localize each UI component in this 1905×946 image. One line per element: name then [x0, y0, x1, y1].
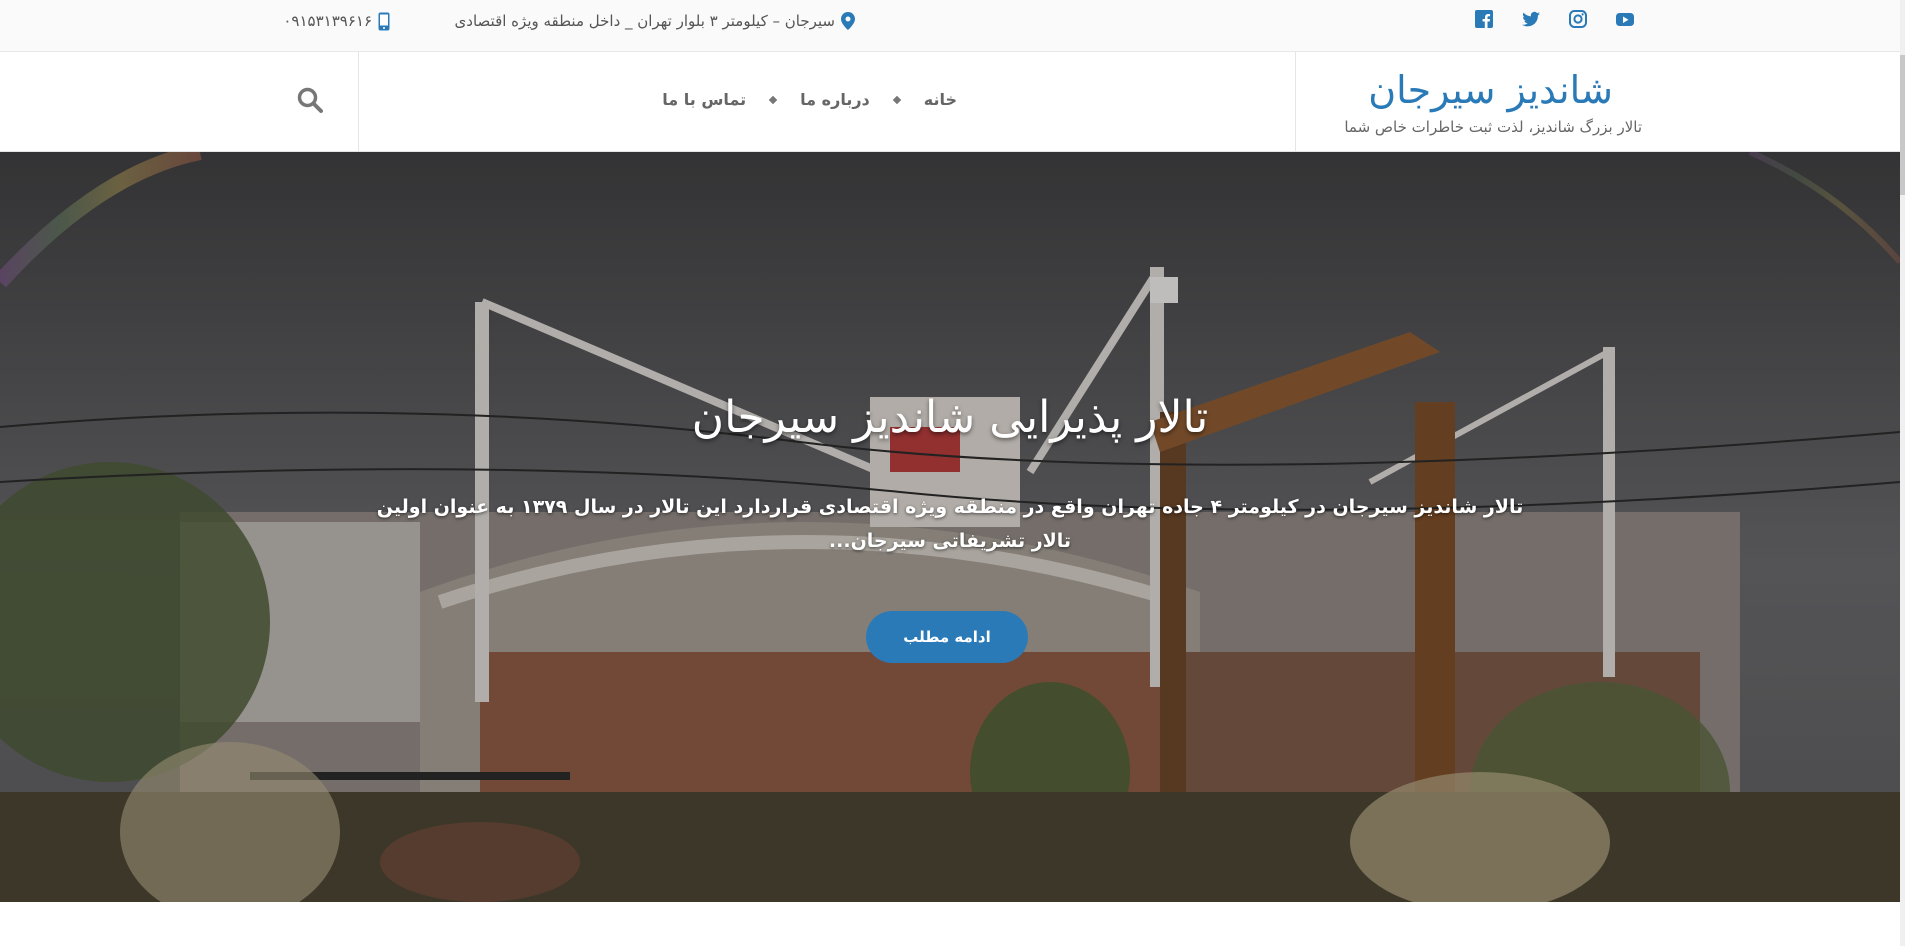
address-text: سیرجان – کیلومتر ۳ بلوار تهران _ داخل من…	[454, 12, 835, 30]
read-more-button[interactable]: ادامه مطلب	[866, 611, 1028, 663]
nav-item-about[interactable]: درباره ما	[800, 90, 870, 109]
instagram-icon[interactable]	[1567, 8, 1589, 30]
search-icon[interactable]	[296, 86, 324, 114]
nav-item-contact[interactable]: تماس با ما	[662, 90, 746, 109]
address-info: سیرجان – کیلومتر ۳ بلوار تهران _ داخل من…	[455, 9, 855, 33]
search-area	[0, 52, 359, 151]
top-bar: سیرجان – کیلومتر ۳ بلوار تهران _ داخل من…	[0, 0, 1900, 52]
site-tagline: تالار بزرگ شاندیز، لذت ثبت خاطرات خاص شم…	[1344, 118, 1642, 136]
phone-number[interactable]: ۰۹۱۵۳۱۳۹۶۱۶	[283, 12, 372, 30]
content-start	[0, 940, 1900, 946]
hero-description: تالار شاندیز سیرجان در کیلومتر ۴ جاده ته…	[376, 496, 1524, 552]
twitter-icon[interactable]	[1520, 8, 1542, 30]
youtube-icon[interactable]	[1614, 8, 1636, 30]
site-header: شاندیز سیرجان تالار بزرگ شاندیز، لذت ثبت…	[0, 52, 1900, 152]
map-marker-icon	[841, 12, 855, 30]
nav-item-home[interactable]: خانه	[924, 90, 957, 109]
site-title[interactable]: شاندیز سیرجان	[1368, 68, 1613, 112]
facebook-icon[interactable]	[1473, 8, 1495, 30]
mobile-phone-icon	[378, 12, 390, 30]
scrollbar-thumb[interactable]	[1900, 55, 1905, 195]
hero-banner: تالار پذیرایی شاندیز سیرجان تالار شاندیز…	[0, 152, 1900, 902]
nav-separator	[892, 95, 901, 104]
nav-separator	[768, 95, 778, 104]
social-links	[1473, 8, 1636, 30]
phone-info: ۰۹۱۵۳۱۳۹۶۱۶	[283, 9, 390, 33]
hero-title: تالار پذیرایی شاندیز سیرجان	[691, 392, 1209, 443]
page-scrollbar[interactable]	[1900, 0, 1905, 946]
main-nav: خانه درباره ما تماس با ما	[662, 90, 957, 109]
